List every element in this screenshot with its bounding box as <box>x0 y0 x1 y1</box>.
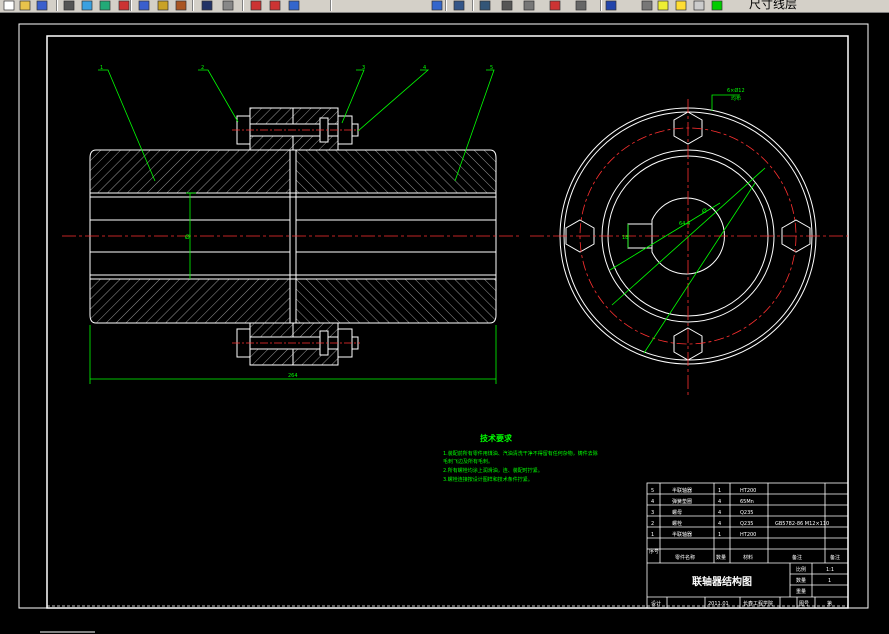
balloon-3: 3 <box>362 65 365 71</box>
parts-list: 5 半联轴器 1 HT200 4 弹簧垫圈 4 65Mn 3 螺母 4 Q235 2 螺栓 4 Q235 GB5… <box>651 487 829 538</box>
zoom-previous-icon[interactable] <box>430 0 444 11</box>
layer-manager-icon[interactable] <box>640 0 654 11</box>
part-no: 4 <box>651 499 654 505</box>
part-material: Q235 <box>740 521 753 527</box>
header-name: 零件名称 <box>675 554 695 561</box>
drawing-title: 联轴器结构图 <box>692 575 752 588</box>
notes-title: 技术要求 <box>480 433 513 443</box>
calculator-icon[interactable] <box>574 0 588 11</box>
part-qty: 4 <box>718 510 721 516</box>
left-hub-lower <box>89 278 291 324</box>
preview-icon[interactable] <box>80 0 94 11</box>
copy-icon[interactable] <box>137 0 151 11</box>
print-icon[interactable] <box>62 0 76 11</box>
part-no: 3 <box>651 510 654 516</box>
toolpalette-icon[interactable] <box>500 0 514 11</box>
header-note: 备注 <box>792 554 802 561</box>
chamfer-callout-2: 均布 <box>731 95 741 102</box>
header-material: 材料 <box>743 554 753 561</box>
designcenter-icon[interactable] <box>478 0 492 11</box>
balloon-2: 2 <box>201 65 204 71</box>
header-remark: 备注 <box>830 554 840 561</box>
note-line-3: 2.所有螺栓均涂上润滑油，连、装配时拧紧。 <box>443 467 543 474</box>
part-name: 螺母 <box>672 509 682 516</box>
paste-icon[interactable] <box>156 0 170 11</box>
right-hub-upper <box>295 149 497 194</box>
drawing-canvas[interactable]: 1 2 3 4 5 264 Ø 6×Ø12 均布 64.4 18 Ø 技术要求 … <box>0 13 889 634</box>
undo-icon[interactable] <box>200 0 214 11</box>
part-name: 弹簧垫圈 <box>672 498 692 505</box>
shaft-diameter-dim: Ø <box>185 234 190 241</box>
part-material: HT200 <box>740 488 756 494</box>
save-icon[interactable] <box>35 0 49 11</box>
part-no: 5 <box>651 488 654 494</box>
keyway-dim-2: 18 <box>622 235 628 241</box>
cut-icon[interactable] <box>117 0 131 11</box>
qty-label: 数量 <box>796 577 806 584</box>
design-date: 2011.01 <box>708 601 729 607</box>
matchprop-icon[interactable] <box>174 0 188 11</box>
part-no: 2 <box>651 521 654 527</box>
zoom-realtime-icon[interactable] <box>268 0 282 11</box>
cad-drawing[interactable]: 1 2 3 4 5 264 Ø 6×Ø12 均布 64.4 18 Ø 技术要求 … <box>0 13 889 634</box>
part-name: 半联轴器 <box>672 531 692 538</box>
keyway-dim-1: 64.4 <box>679 221 690 227</box>
right-hub-lower <box>295 278 497 324</box>
properties-icon[interactable] <box>452 0 466 11</box>
header-qty: 数量 <box>716 554 726 561</box>
part-name: 螺栓 <box>672 520 682 527</box>
layer-color-icon[interactable] <box>710 0 724 11</box>
balloon-5: 5 <box>490 65 493 71</box>
chamfer-callout-1: 6×Ø12 <box>727 87 745 94</box>
weight-label: 重量 <box>796 588 806 595</box>
markup-icon[interactable] <box>548 0 562 11</box>
redo-icon[interactable] <box>221 0 235 11</box>
layer-on-icon[interactable] <box>656 0 670 11</box>
balloon-4: 4 <box>423 65 426 71</box>
part-qty: 1 <box>718 488 721 494</box>
note-line-2: 毛刺飞边及所有毛刺。 <box>443 458 493 465</box>
sheetset-icon[interactable] <box>522 0 536 11</box>
part-material: 65Mn <box>740 499 754 505</box>
part-material: HT200 <box>740 532 756 538</box>
left-hub-upper <box>89 149 291 194</box>
school-name: 长春工程学院 <box>743 600 773 607</box>
sheet-label: 第 <box>827 600 832 607</box>
part-no: 1 <box>651 532 654 538</box>
layer-lock-icon[interactable] <box>692 0 706 11</box>
balloon-1: 1 <box>100 65 103 71</box>
qty-value: 1 <box>828 578 831 584</box>
pan-icon[interactable] <box>249 0 263 11</box>
section-view <box>89 107 497 366</box>
current-layer-name[interactable]: 尺寸线层 <box>749 0 797 11</box>
part-qty: 4 <box>718 499 721 505</box>
part-qty: 1 <box>718 532 721 538</box>
header-no: 序号 <box>649 548 659 555</box>
zoom-window-icon[interactable] <box>287 0 301 11</box>
open-icon[interactable] <box>18 0 32 11</box>
overall-length-dim: 264 <box>288 373 298 379</box>
part-name: 半联轴器 <box>672 487 692 494</box>
drawno-label: 图号 <box>799 601 809 607</box>
bore-dim: Ø <box>702 208 707 215</box>
publish-icon[interactable] <box>98 0 112 11</box>
new-icon[interactable] <box>2 0 16 11</box>
design-label: 设计 <box>651 600 661 607</box>
scale-label: 比例 <box>796 566 806 573</box>
part-qty: 4 <box>718 521 721 527</box>
scale-value: 1:1 <box>826 567 834 573</box>
help-icon[interactable] <box>604 0 618 11</box>
note-line-4: 3.螺栓连接按设计图样和技术条件拧紧。 <box>443 476 533 483</box>
note-line-1: 1.装配前所有零件用煤油、汽油清洗干净不得留有任何杂物，铸件去除 <box>443 450 598 457</box>
layer-freeze-icon[interactable] <box>674 0 688 11</box>
part-note: GB5782-86 M12×110 <box>775 521 829 527</box>
part-material: Q235 <box>740 510 753 516</box>
